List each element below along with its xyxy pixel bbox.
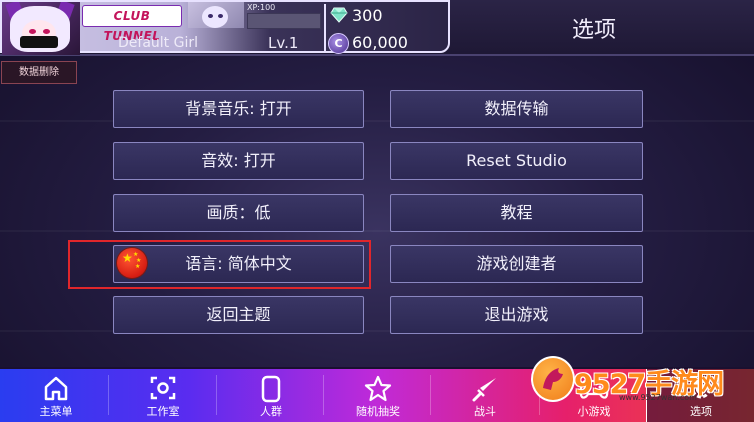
language-highlight-box [68,240,371,289]
camera-focus-icon [150,376,176,400]
nav-label: 工作室 [146,405,180,418]
nav-studio[interactable]: 工作室 [127,369,199,422]
phone-icon [261,375,281,403]
gem-count: 300 [352,6,383,25]
tutorial-button[interactable]: 教程 [390,194,643,232]
nav-crowd[interactable]: 人群 [235,369,307,422]
gem-icon [330,7,348,23]
quality-button[interactable]: 画质：低 [113,194,364,232]
nav-label: 主菜单 [39,405,73,418]
watermark-url: www.9527wan.com [619,393,697,402]
sfx-toggle-button[interactable]: 音效: 打开 [113,142,364,180]
club-logo: CLUB TUNNEL [82,5,182,43]
nav-battle[interactable]: 战斗 [449,369,521,422]
top-bar: CLUB TUNNEL XP:100 Default Girl Lv.1 300… [0,0,754,56]
xp-bar [247,13,321,29]
china-flag-icon: ★ ★ ★ ★ [117,248,147,278]
bgm-toggle-button[interactable]: 背景音乐: 打开 [113,90,364,128]
player-name: Default Girl [118,35,198,51]
home-icon [44,376,68,401]
game-creator-button[interactable]: 游戏创建者 [390,245,643,283]
data-transfer-button[interactable]: 数据传输 [390,90,643,128]
nav-label: 人群 [260,405,282,418]
back-to-title-button[interactable]: 返回主题 [113,296,364,334]
delete-data-button[interactable]: 数据删除 [1,61,77,84]
reset-studio-button[interactable]: Reset Studio [390,142,643,180]
coin-icon: C [328,33,349,54]
nav-label: 小游戏 [577,405,611,418]
nav-label: 随机抽奖 [356,405,400,418]
exit-game-button[interactable]: 退出游戏 [390,296,643,334]
xp-label: XP:100 [247,3,276,12]
character-thumbnail [188,2,244,28]
screen-title: 选项 [572,18,617,43]
nav-label: 选项 [690,405,712,418]
nav-gacha[interactable]: 随机抽奖 [342,369,414,422]
player-avatar [2,2,80,55]
watermark-logo [531,356,575,402]
profile-card[interactable]: CLUB TUNNEL XP:100 Default Girl Lv.1 300… [0,0,450,55]
coin-count: 60,000 [352,33,408,52]
player-level: Lv.1 [268,34,299,52]
divider [324,4,326,52]
nav-label: 战斗 [474,405,496,418]
sword-icon [472,378,496,402]
star-icon [364,375,392,402]
nav-main-menu[interactable]: 主菜单 [20,369,92,422]
